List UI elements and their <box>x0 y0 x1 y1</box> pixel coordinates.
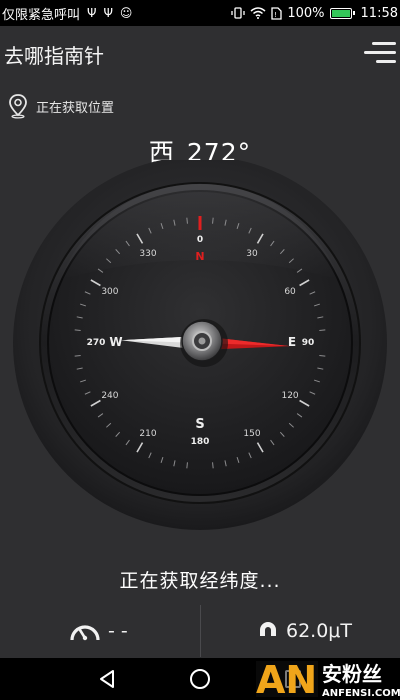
speed-value: - - <box>108 620 128 642</box>
speed-readout: - - <box>68 620 128 642</box>
minor-tick <box>319 355 326 357</box>
battery-percent: 100% <box>287 5 325 21</box>
watermark-name: 安粉丝 <box>322 662 382 686</box>
app-title: 去哪指南针 <box>4 44 104 68</box>
watermark-url: ANFENSI.COM <box>322 688 400 699</box>
dial-number: 300 <box>101 287 118 297</box>
home-icon[interactable] <box>187 666 213 692</box>
back-icon[interactable] <box>94 666 120 692</box>
magnetic-value: 62.0μT <box>286 620 352 642</box>
minor-tick <box>74 329 81 331</box>
north-degree: 0 <box>197 235 203 245</box>
west-label: W <box>109 335 122 349</box>
anfensi-watermark: AN 安粉丝 ANFENSI.COM <box>256 658 400 700</box>
carrier-text: 仅限紧急呼叫 <box>2 7 81 23</box>
compass-dial: 30 60 120 150 210 240 300 330 0 N S 180 … <box>13 160 387 530</box>
sim-icon: ! <box>271 6 283 20</box>
vibrate-icon <box>231 7 246 19</box>
speedometer-icon <box>70 625 100 641</box>
location-pin-icon <box>9 94 27 119</box>
dial-number: 330 <box>139 249 156 259</box>
location-row[interactable]: 正在获取位置 <box>8 93 114 119</box>
dial-number: 210 <box>139 429 156 439</box>
status-bar: 仅限紧急呼叫 Ψ Ψ ☺ ! 100% 11:58 <box>0 0 400 26</box>
usb-icon: Ψ <box>103 6 113 20</box>
usb-icon: Ψ <box>87 6 97 20</box>
dial-number: 150 <box>243 429 260 439</box>
minor-tick <box>186 462 188 469</box>
north-marker <box>198 216 202 230</box>
south-label: S <box>195 417 204 432</box>
dial-number: 60 <box>284 287 296 297</box>
bottom-panel: - - 62.0μT <box>0 605 400 657</box>
bottom-divider <box>200 605 201 657</box>
east-label: E <box>288 335 296 349</box>
status-left: 仅限紧急呼叫 Ψ Ψ ☺ <box>2 4 132 23</box>
magnet-icon <box>260 622 276 639</box>
minor-tick <box>319 329 326 331</box>
west-degree: 270 <box>87 338 106 348</box>
dial-number: 240 <box>101 391 118 401</box>
hamburger-menu-icon[interactable] <box>362 40 396 66</box>
watermark-logo: AN <box>256 658 317 700</box>
compass-hub-dot <box>198 337 206 345</box>
south-degree: 180 <box>191 437 210 447</box>
minor-tick <box>186 217 188 224</box>
minor-tick <box>212 217 214 224</box>
svg-text:!: ! <box>274 11 277 19</box>
wifi-icon <box>250 7 266 19</box>
dial-number: 120 <box>281 391 298 401</box>
latlon-status: 正在获取经纬度... <box>119 570 281 592</box>
location-text: 正在获取位置 <box>36 100 115 116</box>
battery-icon <box>329 7 355 19</box>
battery-fill <box>331 9 350 17</box>
minor-tick <box>74 355 81 357</box>
east-degree: 90 <box>302 338 315 348</box>
status-right: ! 100% 11:58 <box>231 6 398 21</box>
dial-number: 30 <box>246 249 258 259</box>
notification-icon: ☺ <box>119 6 133 20</box>
magnetic-readout: 62.0μT <box>258 620 352 642</box>
minor-tick <box>212 462 214 469</box>
north-label: N <box>195 250 204 263</box>
status-time: 11:58 <box>360 5 398 21</box>
